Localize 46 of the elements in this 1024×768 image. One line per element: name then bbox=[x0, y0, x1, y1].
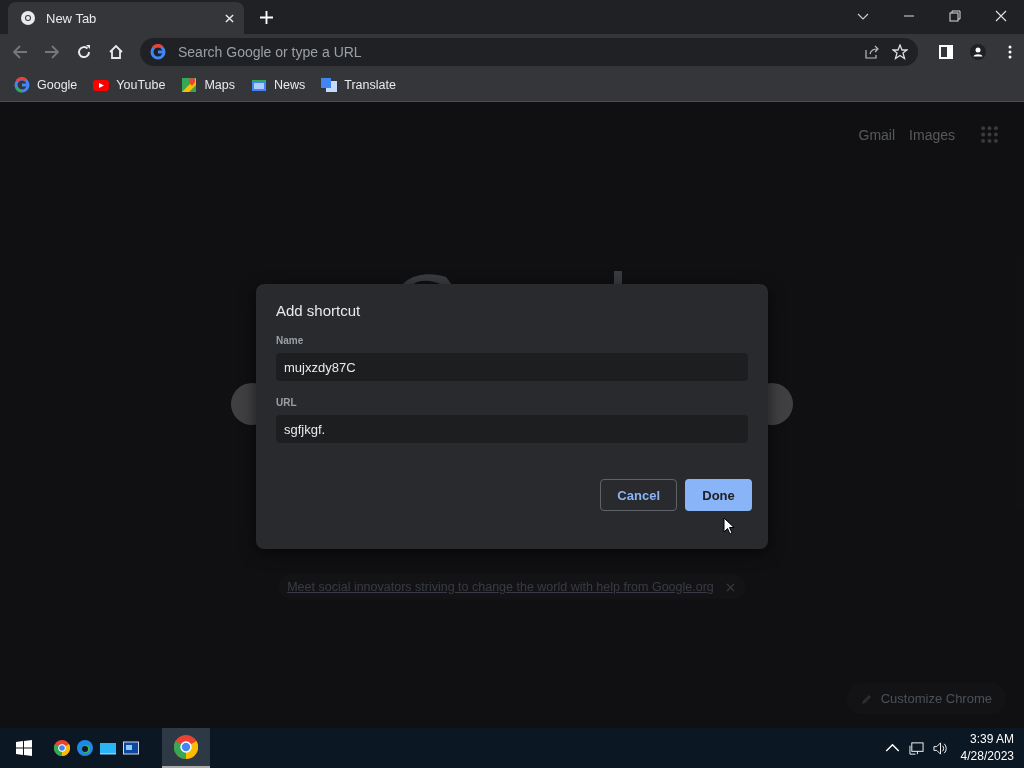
google-g-icon bbox=[150, 43, 166, 60]
browser-tab[interactable]: New Tab bbox=[8, 2, 244, 34]
input-field[interactable]: sgfjkgf. bbox=[276, 415, 748, 443]
speaker-icon[interactable] bbox=[932, 740, 948, 756]
google-g-icon bbox=[14, 77, 30, 93]
browser-logo-icon bbox=[174, 735, 198, 759]
monitor-icon bbox=[99, 740, 116, 756]
play-icon bbox=[93, 77, 110, 93]
reload-icon[interactable] bbox=[76, 43, 92, 60]
translate-icon bbox=[321, 77, 338, 93]
bookmark-item[interactable]: YouTube bbox=[93, 77, 166, 93]
logo-letter-drawing bbox=[402, 271, 452, 285]
forward-arrow-icon[interactable] bbox=[44, 43, 60, 60]
logo-letter-drawing bbox=[614, 271, 622, 285]
bookmark-item[interactable]: Maps bbox=[181, 77, 235, 93]
cancel-button[interactable]: Cancel bbox=[600, 479, 677, 511]
dialog-title: Add shortcut bbox=[276, 302, 362, 319]
side-panel-icon[interactable] bbox=[938, 43, 954, 60]
browser-logo-icon bbox=[20, 10, 36, 26]
browser-logo-icon bbox=[53, 740, 70, 756]
wave-logo-icon bbox=[76, 740, 93, 756]
back-arrow-icon[interactable] bbox=[12, 43, 28, 60]
clock-date: 4/28/2023 bbox=[960, 748, 1014, 765]
profile-icon[interactable] bbox=[970, 43, 986, 60]
taskbar-app[interactable] bbox=[162, 728, 210, 768]
address-bar[interactable]: Search Google or type a URL bbox=[140, 37, 918, 66]
field-label: Name bbox=[276, 335, 305, 346]
network-icon[interactable] bbox=[908, 740, 924, 756]
share-icon[interactable] bbox=[864, 43, 880, 60]
clock-time: 3:39 AM bbox=[969, 731, 1014, 748]
home-icon[interactable] bbox=[108, 43, 124, 60]
map-icon bbox=[181, 77, 198, 93]
plus-icon[interactable] bbox=[260, 11, 273, 24]
newspaper-icon bbox=[251, 77, 267, 93]
restore-icon[interactable] bbox=[949, 10, 961, 22]
input-field[interactable]: mujxzdy87C bbox=[276, 353, 748, 381]
cursor-icon bbox=[723, 517, 735, 535]
confirm-button[interactable]: Done bbox=[685, 479, 752, 511]
field-label: URL bbox=[276, 397, 298, 408]
star-icon[interactable] bbox=[892, 43, 908, 60]
bookmark-item[interactable]: Translate bbox=[321, 77, 396, 93]
bookmark-item[interactable]: News bbox=[251, 77, 306, 93]
bookmark-item[interactable]: Google bbox=[14, 77, 78, 93]
window-icon bbox=[122, 740, 139, 756]
pencil-icon bbox=[860, 692, 873, 705]
windows-logo-icon[interactable] bbox=[16, 740, 32, 756]
